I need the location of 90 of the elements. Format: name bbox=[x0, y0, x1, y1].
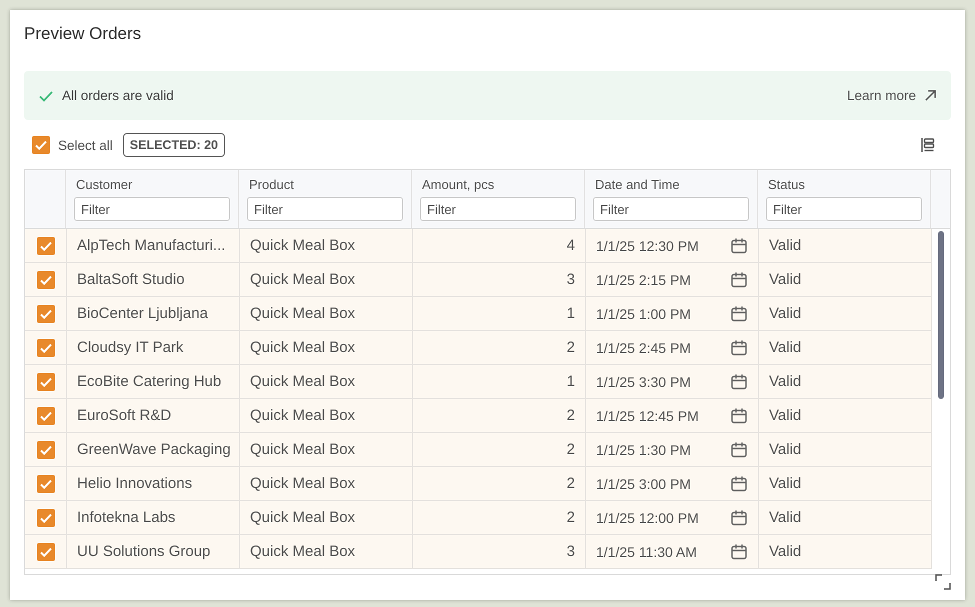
table-cell: Quick Meal Box bbox=[240, 467, 413, 500]
calendar-icon[interactable] bbox=[730, 236, 748, 254]
table-cell: 1/1/25 11:30 AM bbox=[596, 544, 697, 560]
table-cell: Quick Meal Box bbox=[240, 433, 413, 466]
checkbox[interactable] bbox=[36, 508, 54, 526]
table-cell: BioCenter Ljubljana bbox=[67, 297, 240, 330]
checkbox[interactable] bbox=[36, 304, 54, 322]
expand-icon[interactable] bbox=[934, 573, 952, 591]
table-cell: Quick Meal Box bbox=[240, 263, 413, 296]
calendar-icon[interactable] bbox=[730, 542, 748, 560]
calendar-icon[interactable] bbox=[730, 406, 748, 424]
learn-more-link[interactable]: Learn more bbox=[846, 88, 937, 103]
table-cell: 2 bbox=[413, 501, 586, 534]
checkbox[interactable] bbox=[36, 270, 54, 288]
dialog-title: Preview Orders bbox=[24, 24, 142, 45]
filter-field[interactable]: Filter bbox=[766, 197, 922, 221]
table-cell: 1/1/25 2:45 PM bbox=[596, 340, 691, 356]
table-cell: AlpTech Manufacturi... bbox=[67, 229, 240, 262]
table-cell: 1/1/25 1:00 PM bbox=[596, 306, 691, 322]
table-cell: Quick Meal Box bbox=[240, 535, 413, 568]
table-cell: EcoBite Catering Hub bbox=[67, 365, 240, 398]
table-cell: BaltaSoft Studio bbox=[67, 263, 240, 296]
table-cell: Quick Meal Box bbox=[240, 229, 413, 262]
calendar-icon[interactable] bbox=[730, 372, 748, 390]
table-cell: 1/1/25 1:30 PM bbox=[596, 442, 691, 458]
table-cell: 1/1/25 3:00 PM bbox=[596, 476, 691, 492]
column-header[interactable]: Customer bbox=[74, 177, 230, 197]
table-cell: EuroSoft R&D bbox=[67, 399, 240, 432]
checkbox[interactable] bbox=[36, 406, 54, 424]
calendar-icon[interactable] bbox=[730, 270, 748, 288]
checkbox[interactable] bbox=[36, 474, 54, 492]
calendar-icon[interactable] bbox=[730, 508, 748, 526]
checkbox[interactable] bbox=[36, 372, 54, 390]
columns-icon[interactable] bbox=[919, 136, 937, 154]
external-arrow-icon bbox=[924, 89, 937, 102]
table-cell: Quick Meal Box bbox=[240, 365, 413, 398]
table-cell: Quick Meal Box bbox=[240, 501, 413, 534]
calendar-icon[interactable] bbox=[730, 304, 748, 322]
banner-message: All orders are valid bbox=[62, 88, 174, 103]
column-header[interactable]: Date and Time bbox=[593, 177, 749, 197]
calendar-icon[interactable] bbox=[730, 474, 748, 492]
table-cell: 2 bbox=[413, 331, 586, 364]
table-cell: 2 bbox=[413, 399, 586, 432]
table-cell: Quick Meal Box bbox=[240, 399, 413, 432]
calendar-icon[interactable] bbox=[730, 338, 748, 356]
filter-field[interactable]: Filter bbox=[247, 197, 403, 221]
column-header[interactable]: Amount, pcs bbox=[420, 177, 576, 197]
table-cell: 1/1/25 12:45 PM bbox=[596, 408, 699, 424]
scrollbar-thumb[interactable] bbox=[938, 231, 944, 399]
table-cell: 3 bbox=[413, 263, 586, 296]
table-cell: UU Solutions Group bbox=[67, 535, 240, 568]
checkbox[interactable] bbox=[36, 440, 54, 458]
table-cell: Helio Innovations bbox=[67, 467, 240, 500]
table-cell: Valid bbox=[759, 535, 932, 568]
checkbox[interactable] bbox=[32, 136, 50, 154]
table-cell: 2 bbox=[413, 467, 586, 500]
table-cell: Valid bbox=[759, 229, 932, 262]
table-cell: 1/1/25 2:15 PM bbox=[596, 272, 691, 288]
select-all-label: Select all bbox=[58, 138, 113, 152]
table-cell: Valid bbox=[759, 399, 932, 432]
table-cell: 1/1/25 12:00 PM bbox=[596, 510, 699, 526]
checkbox[interactable] bbox=[36, 542, 54, 560]
selected-count-badge: SELECTED: 20 bbox=[122, 133, 225, 157]
table-cell: Quick Meal Box bbox=[240, 297, 413, 330]
column-header[interactable]: Product bbox=[247, 177, 403, 197]
calendar-icon[interactable] bbox=[730, 440, 748, 458]
checkbox[interactable] bbox=[36, 338, 54, 356]
table-cell: Valid bbox=[759, 501, 932, 534]
table-cell: GreenWave Packaging bbox=[67, 433, 240, 466]
table-cell: 1/1/25 3:30 PM bbox=[596, 374, 691, 390]
filter-field[interactable]: Filter bbox=[74, 197, 230, 221]
table-cell: Valid bbox=[759, 331, 932, 364]
table-cell: Cloudsy IT Park bbox=[67, 331, 240, 364]
checkbox[interactable] bbox=[36, 236, 54, 254]
filter-field[interactable]: Filter bbox=[420, 197, 576, 221]
table-cell: 4 bbox=[413, 229, 586, 262]
table-cell: Valid bbox=[759, 365, 932, 398]
table-cell: 1 bbox=[413, 297, 586, 330]
table-cell: Quick Meal Box bbox=[240, 331, 413, 364]
table-cell: Valid bbox=[759, 433, 932, 466]
table-cell: Infotekna Labs bbox=[67, 501, 240, 534]
table-cell: Valid bbox=[759, 297, 932, 330]
table-cell: 2 bbox=[413, 433, 586, 466]
filter-field[interactable]: Filter bbox=[593, 197, 749, 221]
table-cell: 3 bbox=[413, 535, 586, 568]
table-cell: 1 bbox=[413, 365, 586, 398]
table-cell: Valid bbox=[759, 263, 932, 296]
table-cell: Valid bbox=[759, 467, 932, 500]
column-header[interactable]: Status bbox=[766, 177, 922, 197]
table-cell: 1/1/25 12:30 PM bbox=[596, 238, 699, 254]
